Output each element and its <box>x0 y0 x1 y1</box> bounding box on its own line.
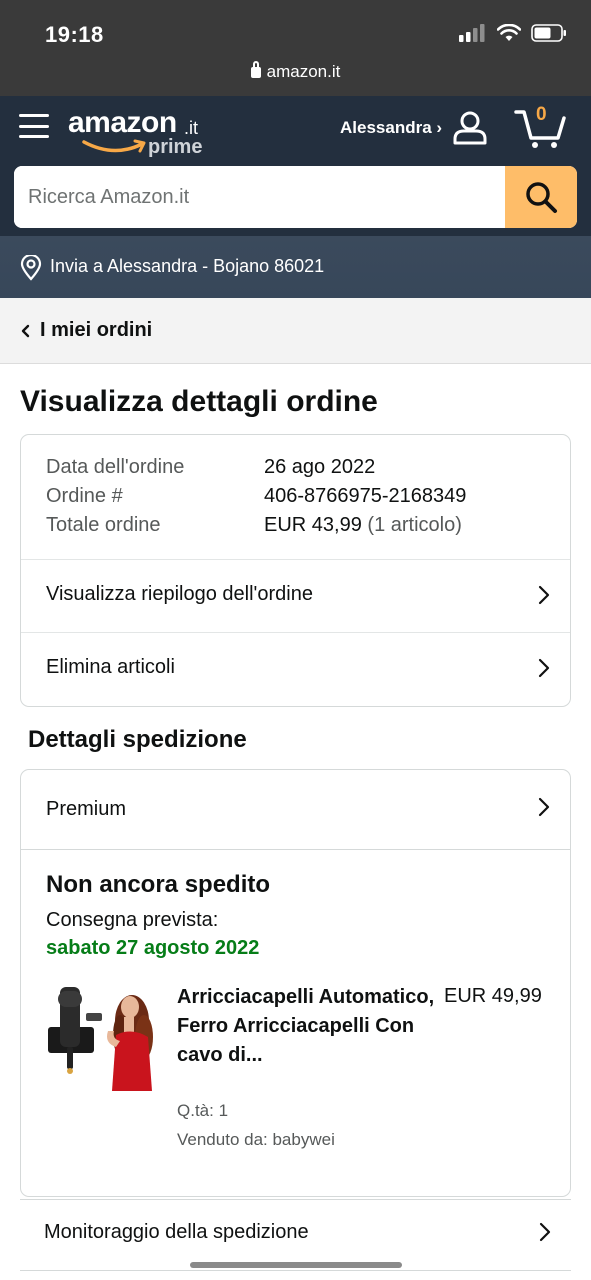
search-input[interactable] <box>14 166 505 228</box>
url-text: amazon.it <box>266 62 341 81</box>
menu-icon[interactable] <box>19 114 49 138</box>
signal-icon <box>459 24 485 42</box>
order-summary-card: Data dell'ordine 26 ago 2022 Ordine # 40… <box>20 434 571 707</box>
status-icons <box>459 24 567 42</box>
product-price: EUR 49,99 <box>444 985 542 1007</box>
search-button[interactable] <box>505 166 577 228</box>
shipment-status: Non ancora spedito <box>46 871 271 898</box>
chevron-right-icon <box>538 585 550 605</box>
view-order-summary-link[interactable]: Visualizza riepilogo dell'ordine <box>21 559 570 632</box>
account-link[interactable]: Alessandra › <box>340 118 442 138</box>
breadcrumb-my-orders: I miei ordini <box>40 319 153 341</box>
status-bar: 19:18 amazon.it <box>0 0 591 96</box>
search-bar <box>14 166 577 228</box>
delivery-estimate-date: sabato 27 agosto 2022 <box>46 937 260 959</box>
cart-button[interactable]: 0 <box>514 104 570 150</box>
order-date-label: Data dell'ordine <box>46 456 185 478</box>
product-seller: Venduto da: babywei <box>177 1130 335 1149</box>
logo-smile-icon <box>82 139 146 153</box>
home-indicator[interactable] <box>190 1262 402 1268</box>
delivery-estimate-label: Consegna prevista: <box>46 909 219 931</box>
chevron-right-icon <box>538 658 550 678</box>
location-pin-icon <box>20 255 42 281</box>
logo-text: amazon <box>68 106 177 139</box>
battery-icon <box>531 24 566 42</box>
order-number-value: 406-8766975-2168349 <box>264 485 467 507</box>
status-time: 19:18 <box>45 22 104 47</box>
product-title-link[interactable]: Arricciacapelli Automatico, Ferro Arricc… <box>177 983 437 1070</box>
url-bar[interactable]: amazon.it <box>0 61 591 82</box>
product-image[interactable] <box>46 983 156 1091</box>
order-total-amount: EUR 43,99 <box>264 514 362 536</box>
lock-icon <box>250 61 261 78</box>
breadcrumb[interactable]: I miei ordini <box>0 298 591 364</box>
logo-prime: prime <box>148 136 203 158</box>
shipping-method-row[interactable]: Premium <box>21 770 570 850</box>
track-shipment-label: Monitoraggio della spedizione <box>44 1221 309 1243</box>
product-quantity: Q.tà: 1 <box>177 1101 229 1120</box>
shipment-card: Premium Non ancora spedito Consegna prev… <box>20 769 571 1197</box>
wifi-icon <box>497 24 521 41</box>
deliver-to-text: Invia a Alessandra - Bojano 86021 <box>50 256 325 276</box>
order-number-label: Ordine # <box>46 485 123 507</box>
user-icon[interactable] <box>452 110 488 146</box>
shipping-section-title: Dettagli spedizione <box>28 726 247 753</box>
chevron-right-icon <box>538 797 550 817</box>
amazon-logo[interactable]: amazon .it prime <box>68 106 208 160</box>
delete-items-label: Elimina articoli <box>46 656 175 678</box>
page-title: Visualizza dettagli ordine <box>20 385 378 418</box>
cart-icon <box>514 110 566 148</box>
chevron-left-icon <box>21 324 30 338</box>
delete-items-link[interactable]: Elimina articoli <box>21 632 570 705</box>
deliver-to-bar[interactable]: Invia a Alessandra - Bojano 86021 <box>0 236 591 298</box>
view-order-summary-label: Visualizza riepilogo dell'ordine <box>46 583 313 605</box>
shipping-method-label: Premium <box>46 798 127 820</box>
order-date-value: 26 ago 2022 <box>264 456 376 478</box>
order-total-items: (1 articolo) <box>367 514 462 536</box>
track-shipment-link[interactable]: Monitoraggio della spedizione <box>20 1199 571 1271</box>
order-total-value: EUR 43,99 (1 articolo) <box>264 514 462 537</box>
order-total-label: Totale ordine <box>46 514 161 536</box>
site-header: amazon .it prime Alessandra › 0 <box>0 96 591 236</box>
search-icon <box>526 182 557 213</box>
chevron-right-icon <box>539 1222 551 1242</box>
